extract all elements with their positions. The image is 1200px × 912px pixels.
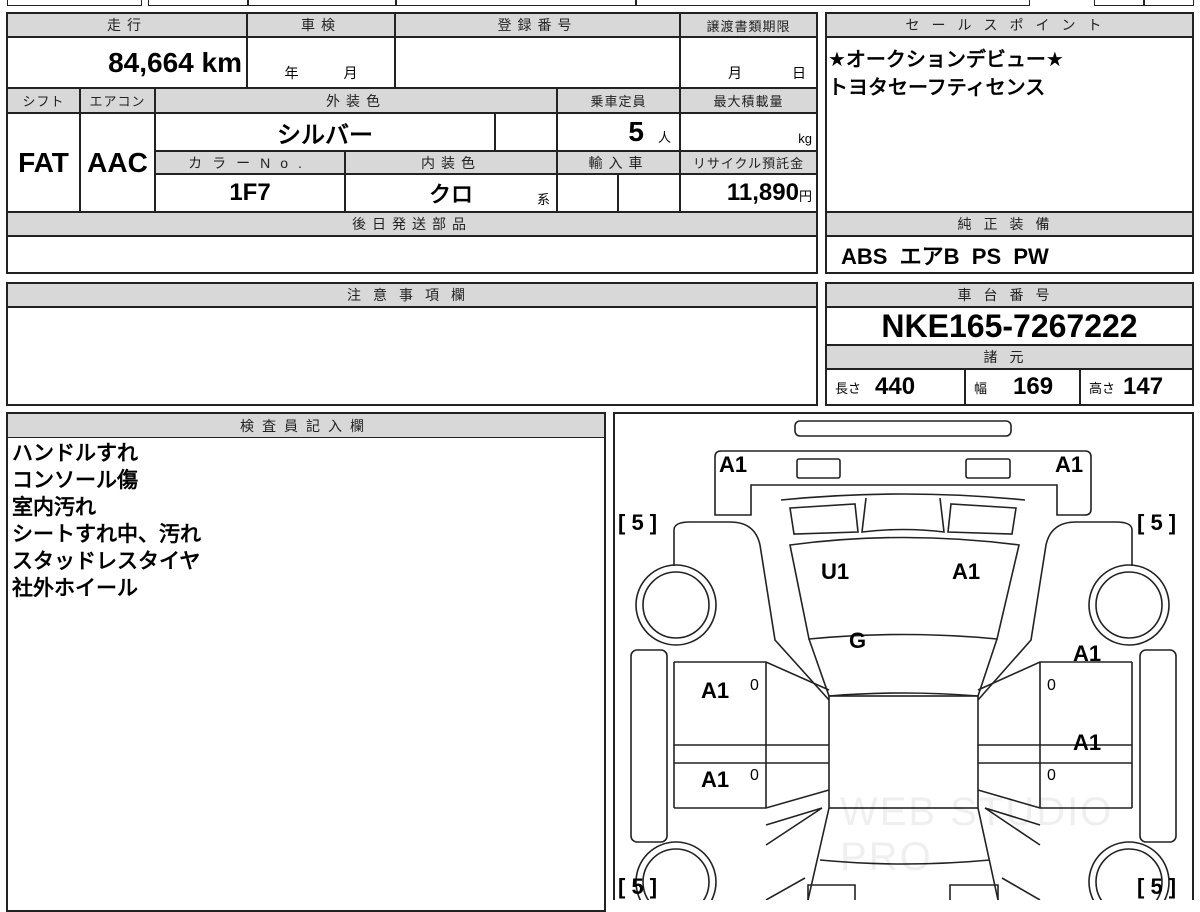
mark-front-right: A1 xyxy=(1055,452,1084,477)
mark-left-front-door: A1 xyxy=(701,678,730,703)
mark-left-rear-door-zero: 0 xyxy=(750,767,759,784)
left-sill xyxy=(630,649,668,843)
roof-front xyxy=(808,638,998,697)
right-front-fender xyxy=(977,521,1133,701)
headlight-right xyxy=(947,503,1017,535)
rear-bumper xyxy=(807,884,999,900)
car-damage-diagram xyxy=(613,412,1194,900)
mark-left-rear-door: A1 xyxy=(701,767,730,792)
headlight-left xyxy=(789,503,859,535)
hood-bottom xyxy=(861,497,945,533)
mark-left-front-door-zero: 0 xyxy=(750,677,759,694)
front-panel xyxy=(714,450,1092,516)
wheel-left-front xyxy=(635,564,717,646)
front-lamp-right xyxy=(965,458,1011,479)
wheel-right-front xyxy=(1088,564,1170,646)
tire-tread-rear-left: [ 5 ] xyxy=(618,874,658,899)
grille-line xyxy=(780,493,1026,501)
front-bumper xyxy=(794,420,1012,437)
mark-right-rear-door: A1 xyxy=(1073,730,1102,755)
tire-tread-front-right: [ 5 ] xyxy=(1137,510,1177,535)
watermark: WEB STUDIO PRO xyxy=(840,790,1114,879)
mark-right-front-door-zero: 0 xyxy=(1047,677,1056,694)
left-front-fender xyxy=(673,521,830,701)
mark-front-left: A1 xyxy=(719,452,748,477)
front-lamp-left xyxy=(796,458,841,479)
mark-windshield-left: U1 xyxy=(821,559,850,584)
windshield xyxy=(789,536,1020,640)
tire-tread-rear-right: [ 5 ] xyxy=(1137,874,1177,899)
mark-right-front-door: A1 xyxy=(1073,641,1102,666)
mark-windshield-right: A1 xyxy=(952,559,981,584)
mark-right-rear-door-zero: 0 xyxy=(1047,767,1056,784)
tire-tread-front-left: [ 5 ] xyxy=(618,510,658,535)
mark-hood-rear: G xyxy=(849,628,867,653)
